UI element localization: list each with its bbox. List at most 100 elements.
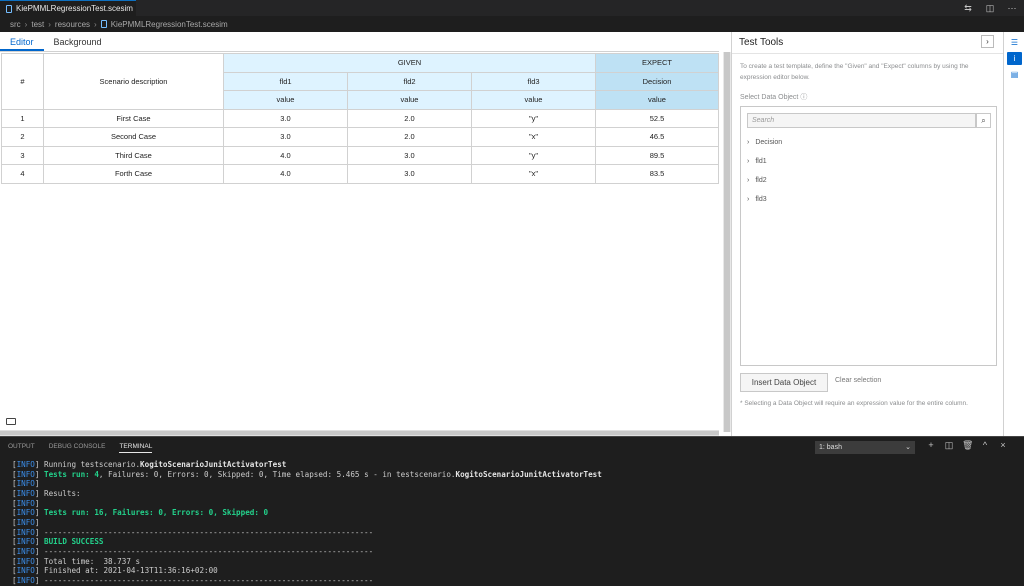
- insert-data-object-button[interactable]: Insert Data Object: [740, 373, 828, 392]
- scrollbar-thumb[interactable]: [724, 52, 730, 432]
- scesim-editor: Editor Background # Scenario description…: [0, 32, 731, 436]
- given-header[interactable]: GIVEN: [223, 53, 596, 73]
- row-description[interactable]: Forth Case: [43, 164, 224, 184]
- maximize-panel-icon[interactable]: ^: [980, 440, 990, 451]
- log-level: INFO: [16, 488, 35, 498]
- tab-editor[interactable]: Editor: [0, 32, 44, 51]
- cell-decision[interactable]: 52.5: [595, 108, 719, 128]
- col-header-decision[interactable]: Decision: [595, 71, 719, 91]
- document-icon[interactable]: ▤: [1007, 68, 1022, 81]
- editor-tab-bar: KiePMMLRegressionTest.scesim ⇆ ◫ ⋯: [0, 0, 1024, 16]
- tree-item-decision[interactable]: › Decision: [747, 139, 782, 146]
- cell-decision[interactable]: 83.5: [595, 164, 719, 184]
- row-description[interactable]: Second Case: [43, 127, 224, 147]
- terminal-line: Tests run: 16, Failures: 0, Errors: 0, S…: [44, 508, 269, 518]
- tab-background[interactable]: Background: [44, 32, 112, 51]
- chevron-down-icon: ⌄: [905, 444, 911, 451]
- open-changes-icon[interactable]: ⇆: [962, 2, 974, 14]
- col-header-fld1[interactable]: fld1: [223, 71, 348, 91]
- file-icon: [6, 4, 12, 13]
- table-row: 2 Second Case 3.0 2.0 "x" 46.5: [1, 127, 719, 147]
- terminal-line: Results:: [39, 488, 81, 498]
- terminal-select[interactable]: 1: bash ⌄: [815, 441, 915, 454]
- tab-terminal[interactable]: TERMINAL: [119, 443, 153, 453]
- trash-icon[interactable]: 🗑: [962, 440, 973, 451]
- row-index[interactable]: 4: [1, 164, 44, 184]
- test-tools-panel: Test Tools › To create a test template, …: [731, 32, 1004, 436]
- keyboard-icon[interactable]: [6, 418, 16, 425]
- tree-item-fld3[interactable]: › fld3: [747, 196, 767, 203]
- breadcrumb-test[interactable]: test: [31, 20, 44, 29]
- tab-output[interactable]: OUTPUT: [8, 443, 35, 453]
- test-tools-title: Test Tools: [739, 37, 784, 48]
- col-header-fld2[interactable]: fld2: [347, 71, 472, 91]
- chevron-right-icon: ›: [24, 19, 28, 29]
- log-level: INFO: [16, 566, 35, 576]
- scrollbar-thumb[interactable]: [0, 431, 719, 435]
- cell-decision[interactable]: 46.5: [595, 127, 719, 147]
- add-terminal-icon[interactable]: +: [926, 440, 936, 451]
- split-editor-icon[interactable]: ◫: [984, 2, 996, 14]
- value-header[interactable]: value: [347, 90, 472, 110]
- table-row: 4 Forth Case 4.0 3.0 "x" 83.5: [1, 164, 719, 184]
- cell-decision[interactable]: 89.5: [595, 145, 719, 165]
- log-level: INFO: [16, 498, 35, 508]
- tree-item-label: Decision: [755, 139, 783, 146]
- row-index[interactable]: 2: [1, 127, 44, 147]
- cell-fld2[interactable]: 3.0: [347, 164, 472, 184]
- breadcrumb-resources[interactable]: resources: [55, 20, 90, 29]
- search-input[interactable]: Search: [747, 113, 976, 128]
- cell-fld2[interactable]: 2.0: [347, 108, 472, 128]
- search-icon[interactable]: ⌕: [976, 113, 991, 128]
- select-data-object-label: Select Data Object: [740, 94, 799, 101]
- expect-header[interactable]: EXPECT: [595, 53, 719, 73]
- info-icon[interactable]: i: [1007, 52, 1022, 65]
- scenario-grid: # Scenario description GIVEN EXPECT fld1…: [1, 53, 719, 184]
- table-row: 3 Third Case 4.0 3.0 "y" 89.5: [1, 145, 719, 165]
- clear-selection-link[interactable]: Clear selection: [835, 377, 881, 384]
- description-header[interactable]: Scenario description: [43, 53, 224, 110]
- close-icon[interactable]: ×: [998, 440, 1008, 451]
- value-header[interactable]: value: [471, 90, 596, 110]
- cell-fld3[interactable]: "x": [471, 127, 596, 147]
- cell-fld2[interactable]: 3.0: [347, 145, 472, 165]
- settings-sliders-icon[interactable]: ☰: [1007, 36, 1022, 49]
- terminal-output[interactable]: [INFO] Running testscenario.KogitoScenar…: [12, 460, 602, 586]
- value-header[interactable]: value: [595, 90, 719, 110]
- tree-item-label: fld1: [755, 158, 767, 165]
- cell-fld1[interactable]: 3.0: [223, 108, 348, 128]
- table-row: 1 First Case 3.0 2.0 "y" 52.5: [1, 108, 719, 128]
- cell-fld1[interactable]: 4.0: [223, 164, 348, 184]
- breadcrumb-src[interactable]: src: [10, 20, 21, 29]
- file-icon: [100, 20, 107, 28]
- collapse-panel-button[interactable]: ›: [981, 35, 994, 48]
- cell-fld3[interactable]: "y": [471, 145, 596, 165]
- cell-fld1[interactable]: 3.0: [223, 127, 348, 147]
- col-header-fld3[interactable]: fld3: [471, 71, 596, 91]
- row-index[interactable]: 3: [1, 145, 44, 165]
- chevron-right-icon: ›: [747, 196, 750, 203]
- row-description[interactable]: Third Case: [43, 145, 224, 165]
- tab-debug-console[interactable]: DEBUG CONSOLE: [49, 443, 106, 453]
- cell-fld1[interactable]: 4.0: [223, 145, 348, 165]
- tree-item-fld2[interactable]: › fld2: [747, 177, 767, 184]
- cell-fld2[interactable]: 2.0: [347, 127, 472, 147]
- split-terminal-icon[interactable]: ◫: [944, 440, 954, 451]
- tree-item-fld1[interactable]: › fld1: [747, 158, 767, 165]
- info-icon[interactable]: ⓘ: [800, 94, 807, 101]
- tab-scesim-file[interactable]: KiePMMLRegressionTest.scesim: [0, 0, 136, 16]
- cell-fld3[interactable]: "y": [471, 108, 596, 128]
- selection-note: * Selecting a Data Object will require a…: [740, 400, 968, 407]
- value-header[interactable]: value: [223, 90, 348, 110]
- tree-item-label: fld3: [755, 196, 767, 203]
- tab-actions: ⇆ ◫ ⋯: [962, 2, 1018, 14]
- terminal-line: Running testscenario.: [39, 460, 141, 469]
- index-header[interactable]: #: [1, 53, 44, 110]
- cell-fld3[interactable]: "x": [471, 164, 596, 184]
- row-index[interactable]: 1: [1, 108, 44, 128]
- breadcrumb-file[interactable]: KiePMMLRegressionTest.scesim: [111, 20, 228, 29]
- more-actions-icon[interactable]: ⋯: [1006, 2, 1018, 14]
- log-level: INFO: [16, 469, 35, 479]
- vertical-scrollbar[interactable]: [723, 52, 731, 432]
- row-description[interactable]: First Case: [43, 108, 224, 128]
